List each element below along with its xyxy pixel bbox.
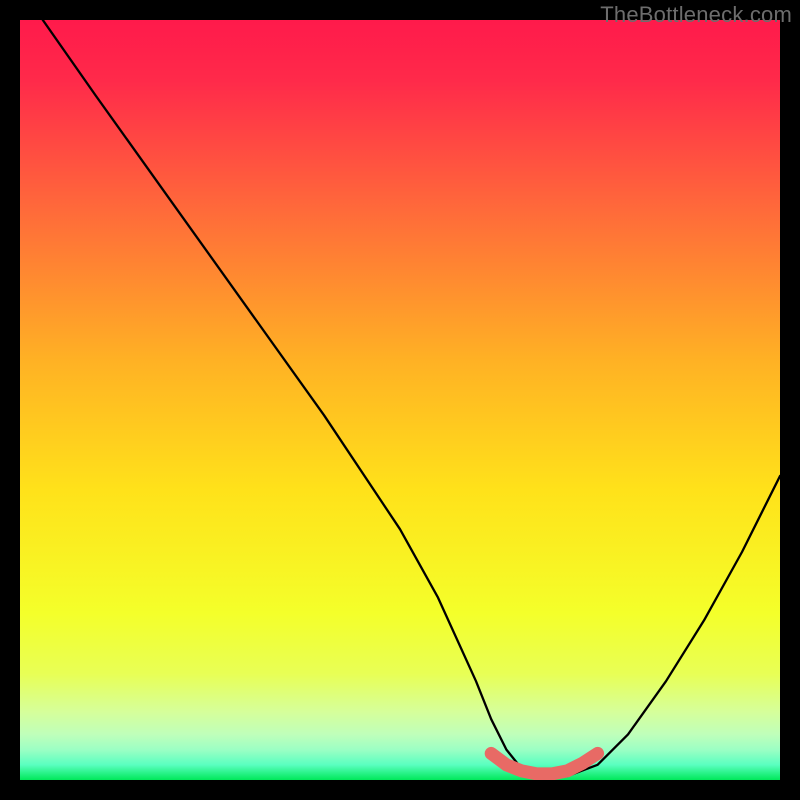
chart-frame: TheBottleneck.com (0, 0, 800, 800)
chart-plot-area (20, 20, 780, 780)
watermark-text: TheBottleneck.com (600, 2, 792, 28)
gradient-background (20, 20, 780, 780)
chart-svg (20, 20, 780, 780)
